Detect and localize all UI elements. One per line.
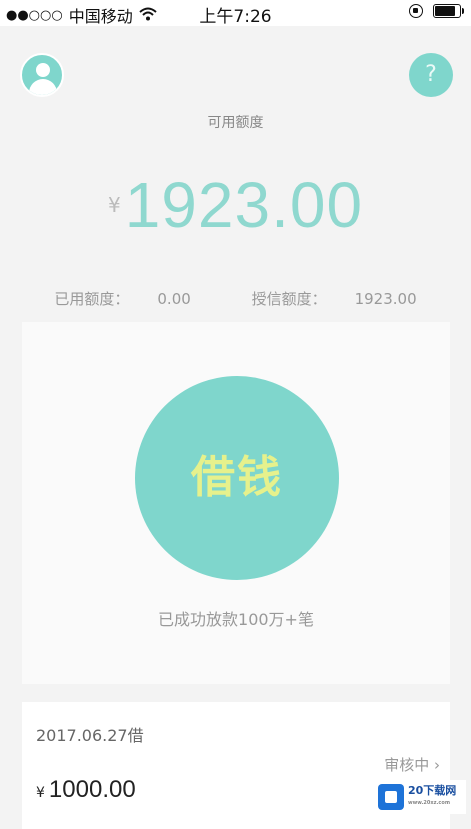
status-bar: ●●○○○ 中国移动 上午7:26 xyxy=(0,0,471,27)
loan-record-status: 审核中 › xyxy=(384,756,440,774)
watermark-text: 20下载网 xyxy=(408,784,457,797)
available-credit-label: 可用额度 xyxy=(207,115,264,131)
credit-header: ? 可用额度 ¥1923.00 已用额度： 0.00 授信额度： 1923.00 xyxy=(0,26,471,316)
available-amount-value: 1923.00 xyxy=(124,169,364,241)
loan-success-text: 已成功放款100万+笔 xyxy=(158,610,314,629)
currency-symbol: ¥ xyxy=(107,193,121,217)
watermark-logo-icon xyxy=(378,784,404,810)
loan-record-date: 2017.06.27借 xyxy=(36,726,144,745)
user-icon xyxy=(36,63,50,77)
orientation-lock-icon xyxy=(409,4,423,18)
available-credit-amount: ¥1923.00 xyxy=(0,168,471,242)
watermark-subtext: www.20xz.com xyxy=(408,800,451,806)
used-credit-value: 0.00 xyxy=(157,290,191,308)
status-time: 上午7:26 xyxy=(199,7,272,27)
total-credit-label: 授信额度： xyxy=(251,290,327,308)
credit-stats: 已用额度： 0.00 授信额度： 1923.00 xyxy=(0,288,471,309)
borrow-card: 借钱 已成功放款100万+笔 xyxy=(22,322,450,684)
loan-record-amount-value: 1000.00 xyxy=(48,776,136,803)
loan-record-amount: ¥1000.00 xyxy=(36,776,136,804)
question-mark-icon: ? xyxy=(425,62,437,87)
help-button[interactable]: ? xyxy=(409,53,453,97)
borrow-button[interactable]: 借钱 xyxy=(135,376,339,580)
total-credit: 授信额度： 1923.00 xyxy=(238,290,431,308)
used-credit-label: 已用额度： xyxy=(54,290,130,308)
avatar-button[interactable] xyxy=(20,53,64,97)
total-credit-value: 1923.00 xyxy=(354,290,417,308)
battery-icon xyxy=(433,4,464,18)
site-watermark: 20下载网 www.20xz.com xyxy=(374,780,466,814)
used-credit: 已用额度： 0.00 xyxy=(40,290,204,308)
currency-symbol: ¥ xyxy=(36,785,45,801)
